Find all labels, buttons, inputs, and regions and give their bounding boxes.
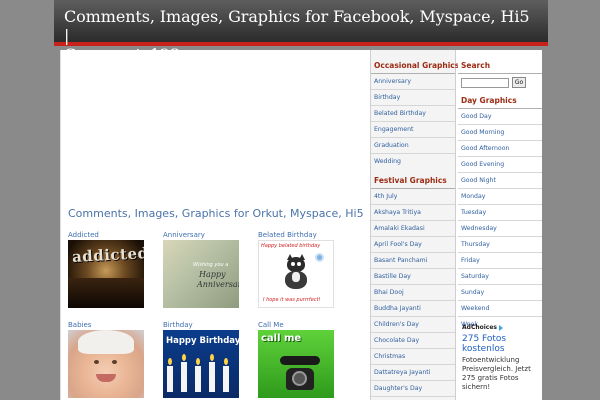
thumb-label[interactable]: Belated Birthday [258,231,336,239]
day-item[interactable]: Good Afternoon [458,141,542,157]
festival-item[interactable]: Buddha Jayanti [371,301,455,317]
day-graphics-title: Day Graphics [458,96,542,109]
addicted-image[interactable]: addicted [68,240,144,308]
day-item[interactable]: Good Day [458,109,542,125]
search-title: Search [458,61,542,74]
festival-item[interactable]: Akshaya Tritiya [371,205,455,221]
day-item[interactable]: Saturday [458,269,542,285]
occasional-item[interactable]: Graduation [371,138,455,154]
day-item[interactable]: Sunday [458,285,542,301]
thumb-label[interactable]: Babies [68,321,146,329]
telephone-icon [280,356,320,392]
occasional-item[interactable]: Anniversary [371,74,455,90]
flower-icon [315,253,324,262]
birthday-image[interactable]: Happy Birthday! [163,330,239,398]
main-heading[interactable]: Comments, Images, Graphics for Orkut, My… [68,207,364,220]
day-item[interactable]: Weekend [458,301,542,317]
festival-item[interactable]: Christmas [371,349,455,365]
festival-item[interactable]: Children's Day [371,317,455,333]
thumb-label[interactable]: Call Me [258,321,336,329]
main-column: Comments, Images, Graphics for Orkut, My… [60,50,368,400]
day-item[interactable]: Wednesday [458,221,542,237]
thumb-call-me[interactable]: Call Me call me [258,321,336,398]
anniversary-image-text-1: Wishing you a [193,262,229,268]
thumb-label[interactable]: Addicted [68,231,146,239]
birthday-image-text: Happy Birthday! [166,336,239,346]
cat-icon [283,254,309,291]
day-item[interactable]: Good Morning [458,125,542,141]
search-input[interactable] [461,77,509,88]
call-me-image[interactable]: call me [258,330,334,398]
page-content: Comments, Images, Graphics for Orkut, My… [60,50,542,400]
anniversary-image-text-3: Anniversary [197,280,239,289]
festival-item[interactable]: Chocolate Day [371,333,455,349]
ad-choices-icon[interactable] [499,324,503,331]
day-item[interactable]: Good Night [458,173,542,189]
anniversary-image[interactable]: Wishing you a Happy Anniversary [163,240,239,308]
festival-item[interactable]: 4th July [371,189,455,205]
thumb-label[interactable]: Birthday [163,321,241,329]
occasional-graphics-title: Occasional Graphics [371,61,459,74]
festival-item[interactable]: Amalaki Ekadasi [371,221,455,237]
occasional-item[interactable]: Belated Birthday [371,106,455,122]
ad-title-link[interactable]: 275 Fotos kostenlos [462,334,542,354]
go-button[interactable]: Go [512,77,526,88]
thumb-anniversary[interactable]: Anniversary Wishing you a Happy Annivers… [163,231,241,308]
occasional-item[interactable]: Wedding [371,154,455,169]
occasional-item[interactable]: Birthday [371,90,455,106]
anniversary-image-text-2: Happy [199,270,226,279]
sidebar-categories: Occasional Graphics Anniversary Birthday… [370,50,459,400]
thumb-babies[interactable]: Babies [68,321,146,398]
search-form: Go [458,74,542,88]
addicted-image-text: addicted [71,244,144,266]
day-item[interactable]: Friday [458,253,542,269]
thumb-birthday[interactable]: Birthday Happy Birthday! [163,321,241,398]
festival-graphics-title: Festival Graphics [371,176,455,189]
site-title-line1[interactable]: Comments, Images, Graphics for Facebook,… [64,7,538,45]
ad-text[interactable]: Fotoentwicklung Preisvergleich. Jetzt 27… [462,356,542,392]
day-item[interactable]: Tuesday [458,205,542,221]
festival-item[interactable]: Dattatreya Jayanti [371,365,455,381]
ad-choices-label[interactable]: AdChoices [462,324,503,331]
festival-item[interactable]: April Fool's Day [371,237,455,253]
site-header: Comments, Images, Graphics for Facebook,… [54,0,548,64]
belated-birthday-image-text-2: I hope it was purrrfect! [263,297,321,303]
festival-item[interactable]: Bhai Dooj [371,285,455,301]
thumb-belated-birthday[interactable]: Belated Birthday Happy belated birthday … [258,231,336,308]
ad-choices-text[interactable]: AdChoices [462,324,497,331]
babies-image[interactable] [68,330,144,398]
thumb-addicted[interactable]: Addicted addicted [68,231,146,308]
call-me-image-text: call me [261,333,302,344]
belated-birthday-image[interactable]: Happy belated birthday I hope it was pur… [258,240,334,308]
day-item[interactable]: Monday [458,189,542,205]
festival-item[interactable]: Basant Panchami [371,253,455,269]
day-item[interactable]: Thursday [458,237,542,253]
sidebar-search-days: Search Go Day Graphics Good Day Good Mor… [458,50,542,400]
festival-item[interactable]: Bastille Day [371,269,455,285]
day-item[interactable]: Good Evening [458,157,542,173]
festival-item[interactable]: Daughter's Day [371,381,455,397]
belated-birthday-image-text-1: Happy belated birthday [261,243,321,249]
occasional-item[interactable]: Engagement [371,122,455,138]
thumb-label[interactable]: Anniversary [163,231,241,239]
